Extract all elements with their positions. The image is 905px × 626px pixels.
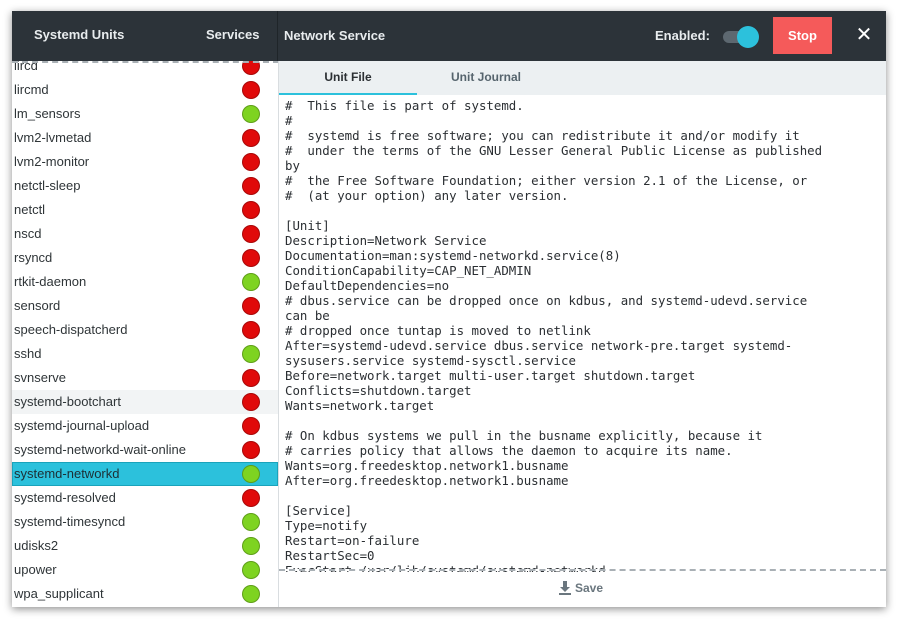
status-active-icon: [242, 345, 260, 363]
unit-sidebar[interactable]: lircd lircmd lm_sensors lvm2-lvmetad lvm2-mo…: [12, 61, 279, 607]
unit-list-item[interactable]: systemd-bootchart: [12, 390, 278, 414]
unit-list-item[interactable]: svnserve: [12, 366, 278, 390]
status-inactive-icon: [242, 297, 260, 315]
unit-list-item[interactable]: netctl-sleep: [12, 174, 278, 198]
status-inactive-icon: [242, 201, 260, 219]
unit-name: lvm2-monitor: [14, 154, 90, 169]
status-inactive-icon: [242, 129, 260, 147]
unit-list-item[interactable]: sshd: [12, 342, 278, 366]
unit-list-item[interactable]: rtkit-daemon: [12, 270, 278, 294]
scroll-indicator: [279, 569, 886, 571]
close-icon: ✕: [855, 24, 873, 46]
unit-list-item[interactable]: systemd-networkd: [12, 462, 278, 486]
status-inactive-icon: [242, 489, 260, 507]
save-button[interactable]: Save: [558, 580, 603, 600]
header-bar: Systemd Units Services Network Service E…: [12, 11, 886, 61]
app-title: Systemd Units: [34, 27, 125, 42]
status-active-icon: [242, 513, 260, 531]
status-inactive-icon: [242, 321, 260, 339]
unit-name: speech-dispatcherd: [14, 322, 128, 337]
unit-name: svnserve: [14, 370, 67, 385]
status-inactive-icon: [242, 61, 260, 75]
unit-list-item[interactable]: upower: [12, 558, 278, 582]
tab-unit-journal[interactable]: Unit Journal: [417, 61, 555, 95]
stop-button[interactable]: Stop: [773, 17, 832, 54]
unit-name: wpa_supplicant: [14, 586, 104, 601]
unit-name: lvm2-lvmetad: [14, 130, 92, 145]
unit-list-item[interactable]: systemd-journal-upload: [12, 414, 278, 438]
status-inactive-icon: [242, 369, 260, 387]
unit-list-item[interactable]: sensord: [12, 294, 278, 318]
unit-list-item[interactable]: lvm2-monitor: [12, 150, 278, 174]
unit-list-item[interactable]: udisks2: [12, 534, 278, 558]
status-active-icon: [242, 273, 260, 291]
toggle-knob: [737, 26, 759, 48]
unit-name: lircmd: [14, 82, 49, 97]
unit-name: udisks2: [14, 538, 59, 553]
status-active-icon: [242, 465, 260, 483]
status-inactive-icon: [242, 441, 260, 459]
unit-list-item[interactable]: rsyncd: [12, 246, 278, 270]
unit-name: netctl: [14, 202, 46, 217]
status-active-icon: [242, 537, 260, 555]
unit-name: systemd-resolved: [14, 490, 116, 505]
unit-list-item[interactable]: speech-dispatcherd: [12, 318, 278, 342]
unit-name: lm_sensors: [14, 106, 81, 121]
unit-title: Network Service: [284, 28, 386, 43]
unit-name: systemd-timesyncd: [14, 514, 126, 529]
tab-bar: Unit File Unit Journal: [279, 61, 886, 95]
download-icon: [559, 581, 571, 595]
services-menu-button[interactable]: Services: [206, 27, 260, 42]
unit-list-item[interactable]: nscd: [12, 222, 278, 246]
unit-file-text[interactable]: # This file is part of systemd. # # syst…: [285, 98, 881, 572]
unit-list-item[interactable]: lm_sensors: [12, 102, 278, 126]
unit-list: lircd lircmd lm_sensors lvm2-lvmetad lvm2-mo…: [12, 61, 278, 606]
editor-footer: Save: [279, 572, 886, 607]
unit-name: systemd-networkd-wait-online: [14, 442, 186, 457]
status-inactive-icon: [242, 249, 260, 267]
unit-name: rsyncd: [14, 250, 53, 265]
status-active-icon: [242, 585, 260, 603]
unit-list-item[interactable]: wpa_supplicant: [12, 582, 278, 606]
unit-list-item[interactable]: systemd-resolved: [12, 486, 278, 510]
unit-list-item[interactable]: netctl: [12, 198, 278, 222]
unit-list-item[interactable]: systemd-timesyncd: [12, 510, 278, 534]
enabled-toggle[interactable]: [723, 26, 759, 48]
unit-list-item[interactable]: lircmd: [12, 78, 278, 102]
unit-name: sshd: [14, 346, 42, 361]
unit-name: nscd: [14, 226, 42, 241]
unit-list-item[interactable]: systemd-networkd-wait-online: [12, 438, 278, 462]
enabled-label: Enabled:: [655, 28, 710, 43]
status-inactive-icon: [242, 177, 260, 195]
unit-detail-panel: Unit File Unit Journal # This file is pa…: [279, 61, 886, 607]
unit-name: sensord: [14, 298, 61, 313]
close-button[interactable]: ✕: [852, 23, 876, 47]
unit-name: systemd-networkd: [14, 466, 120, 481]
status-inactive-icon: [242, 153, 260, 171]
unit-file-editor[interactable]: # This file is part of systemd. # # syst…: [279, 97, 886, 572]
unit-name: systemd-journal-upload: [14, 418, 150, 433]
unit-name: upower: [14, 562, 57, 577]
status-inactive-icon: [242, 393, 260, 411]
unit-list-item[interactable]: lircd: [12, 61, 278, 78]
unit-list-item[interactable]: lvm2-lvmetad: [12, 126, 278, 150]
unit-name: rtkit-daemon: [14, 274, 87, 289]
status-inactive-icon: [242, 225, 260, 243]
app-window: Systemd Units Services Network Service E…: [12, 11, 886, 607]
status-inactive-icon: [242, 81, 260, 99]
scroll-indicator: [12, 61, 278, 63]
status-active-icon: [242, 105, 260, 123]
save-label: Save: [575, 581, 604, 595]
status-active-icon: [242, 561, 260, 579]
unit-name: netctl-sleep: [14, 178, 81, 193]
status-inactive-icon: [242, 417, 260, 435]
unit-name: systemd-bootchart: [14, 394, 121, 409]
tab-unit-file[interactable]: Unit File: [279, 61, 417, 95]
